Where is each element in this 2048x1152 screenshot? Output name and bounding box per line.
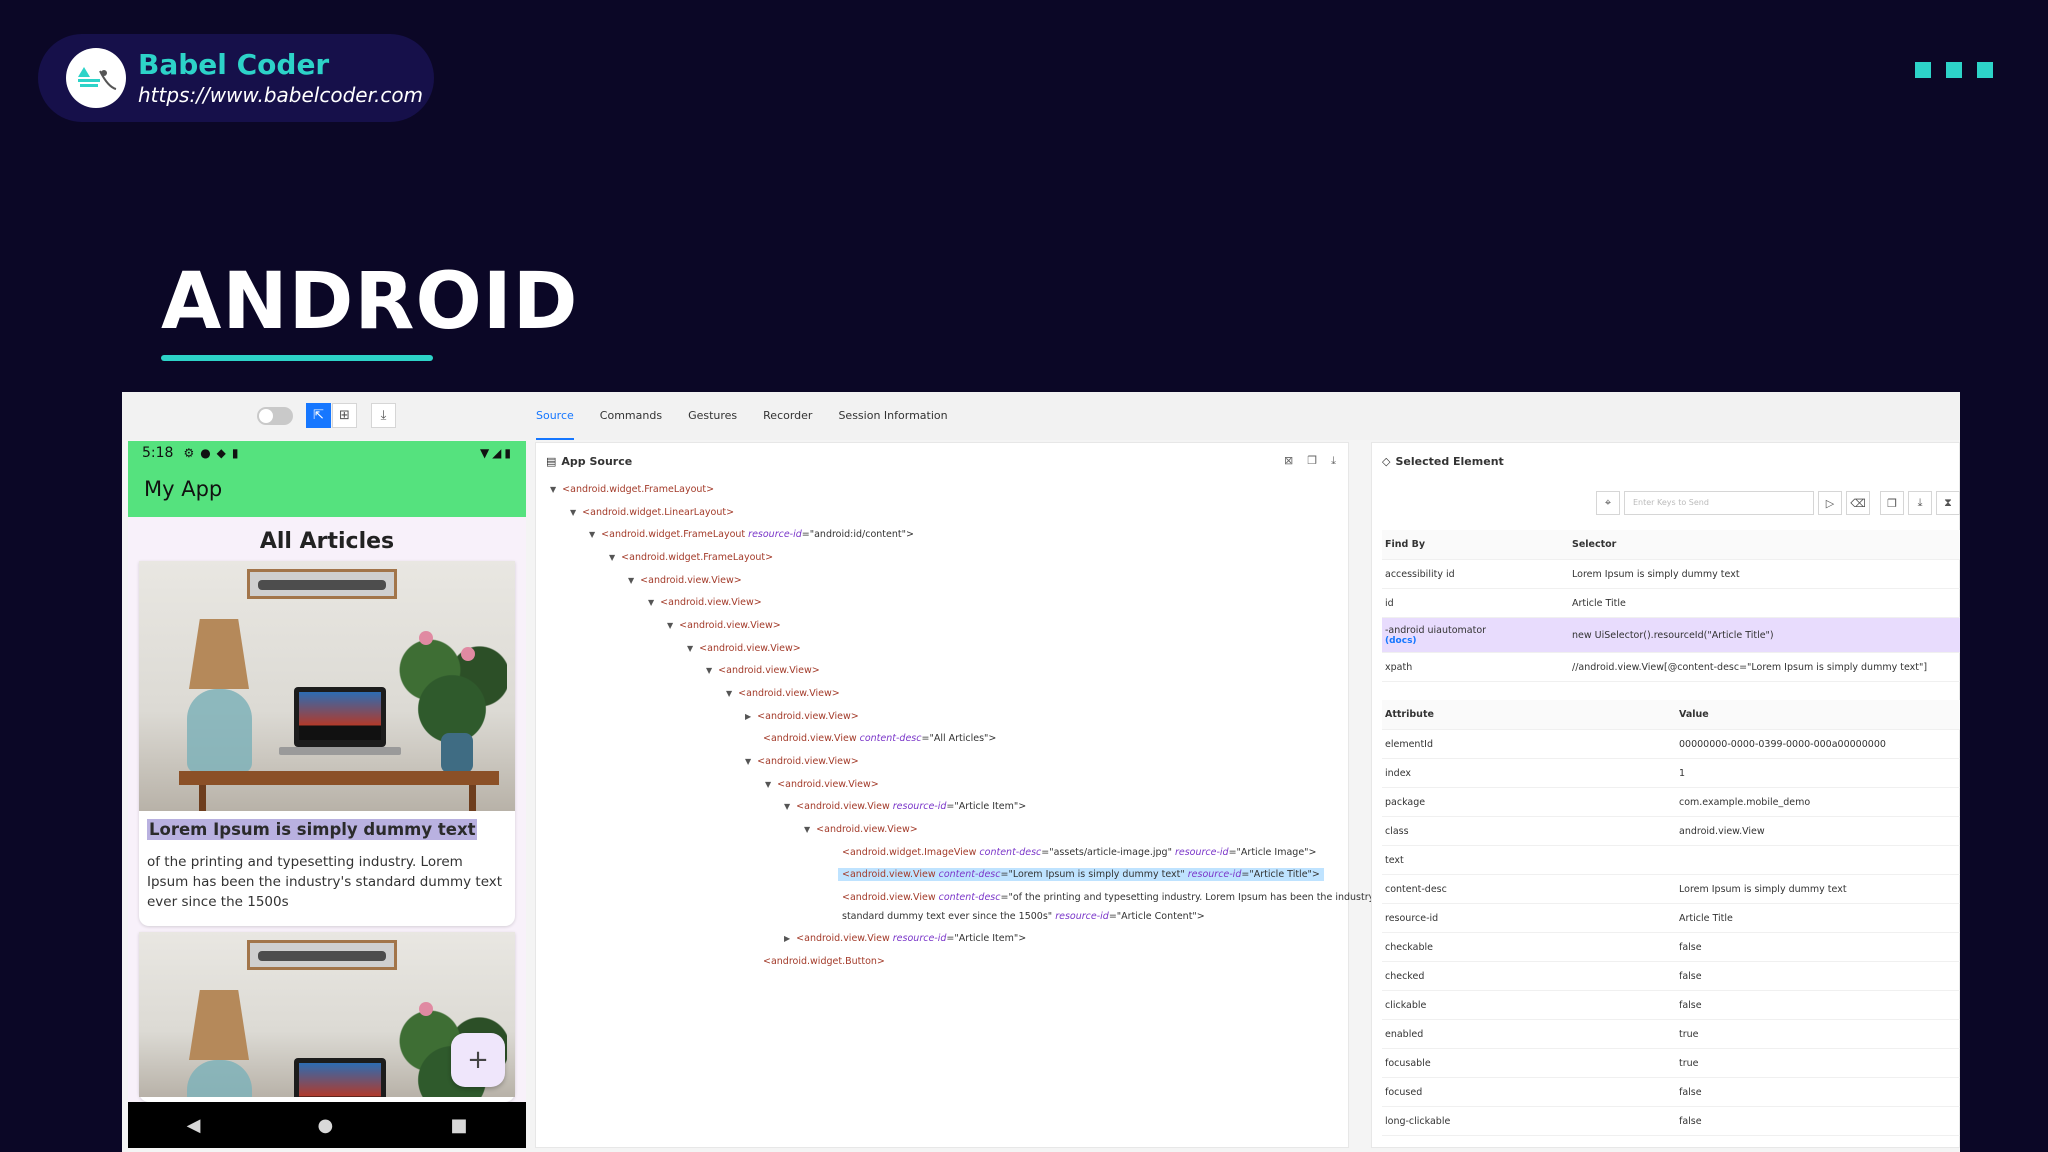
tree-node[interactable]: ▼ <android.view.View>: [804, 823, 918, 836]
android-nav-bar: ◀ ● ■: [128, 1102, 526, 1148]
tree-node[interactable]: ▼ <android.view.View>: [648, 596, 762, 609]
select-element-icon[interactable]: ⇱: [306, 403, 331, 428]
tree-node[interactable]: ▶ <android.view.View resource-id="Article…: [784, 932, 1026, 945]
article-title[interactable]: Lorem Ipsum is simply dummy text: [147, 819, 478, 840]
article-image: [139, 561, 515, 811]
tab-source[interactable]: Source: [536, 392, 574, 440]
tree-node[interactable]: ▼ <android.widget.FrameLayout>: [609, 551, 773, 564]
file-icon: ▤: [546, 454, 557, 468]
tab-recorder[interactable]: Recorder: [763, 392, 812, 440]
tree-node[interactable]: ▼ <android.view.View resource-id="Article…: [784, 800, 1026, 813]
table-row: index 1: [1382, 759, 1960, 788]
table-row[interactable]: xpath//android.view.View[@content-desc="…: [1382, 653, 1960, 682]
tree-node[interactable]: ▼ <android.view.View>: [745, 755, 859, 768]
decorative-squares: [1915, 62, 1993, 78]
tab-commands[interactable]: Commands: [600, 392, 662, 440]
toggle-switch[interactable]: [257, 407, 293, 425]
inspector-tabs: Source Commands Gestures Recorder Sessio…: [536, 392, 974, 440]
expand-tree-icon[interactable]: ⊠: [1284, 454, 1293, 468]
brand-name: Babel Coder: [138, 48, 330, 81]
tap-icon[interactable]: ⌖: [1596, 491, 1620, 515]
table-row: elementId 00000000-0000-0399-0000-000a000…: [1382, 730, 1960, 759]
copy-icon[interactable]: ❐: [1880, 491, 1904, 515]
selected-element-panel: ◇ Selected Element ⌖ Enter Keys to Send …: [1371, 442, 1960, 1148]
tree-node-selected[interactable]: <android.view.View content-desc="Lorem I…: [838, 868, 1324, 881]
table-row: content-desc Lorem Ipsum is simply dummy …: [1382, 875, 1960, 904]
download-icon[interactable]: ⤓: [1908, 491, 1932, 515]
page-title: ANDROID: [161, 257, 579, 347]
tree-node[interactable]: ▼ <android.widget.LinearLayout>: [570, 506, 734, 519]
status-icons: ⚙●◆▮: [183, 446, 245, 460]
table-row[interactable]: id Article Title: [1382, 589, 1960, 618]
find-by-table: Find By Selector accessibility id Lorem Ip…: [1382, 530, 1960, 682]
table-row: class android.view.View: [1382, 817, 1960, 846]
tree-node[interactable]: ▼ <android.view.View>: [687, 642, 801, 655]
tree-node[interactable]: ▼ <android.view.View>: [706, 664, 820, 677]
app-source-panel: ▤ App Source ⊠ ❐ ⤓ ▼ <android.widget.Fram…: [535, 442, 1382, 1148]
device-screen[interactable]: 5:18 ⚙●◆▮ ▼◢▮ My App All Articles Lorem …: [128, 441, 526, 1148]
element-actions: ⌖ Enter Keys to Send ▷ ⌫ ❐ ⤓ ⧗: [1596, 491, 1960, 515]
tree-node[interactable]: <android.view.View content-desc="of the …: [842, 891, 1382, 904]
attributes-table: Attribute Value elementId 00000000-0000-03…: [1382, 700, 1960, 1136]
babel-coder-logo: [66, 48, 126, 108]
app-title: My App: [128, 465, 526, 517]
table-row[interactable]: -android uiautomator (docs) new UiSelector…: [1382, 618, 1960, 653]
table-row: focusable true: [1382, 1049, 1960, 1078]
home-icon[interactable]: ●: [318, 1115, 334, 1136]
tree-node[interactable]: ▼ <android.view.View>: [667, 619, 781, 632]
docs-link[interactable]: (docs): [1385, 636, 1572, 646]
tree-node-continued: standard dummy text ever since the 1500s…: [842, 911, 1205, 922]
brand-url[interactable]: https://www.babelcoder.com: [138, 82, 423, 108]
article-card[interactable]: Lorem Ipsum is simply dummy text of the …: [139, 561, 515, 926]
recents-icon[interactable]: ■: [450, 1115, 467, 1136]
title-underline: [161, 355, 433, 361]
download-icon[interactable]: ⤓: [371, 403, 396, 428]
timer-icon[interactable]: ⧗: [1936, 491, 1960, 515]
send-icon[interactable]: ▷: [1818, 491, 1842, 515]
table-row: long-clickable false: [1382, 1107, 1960, 1136]
add-button[interactable]: +: [451, 1033, 505, 1087]
inspector-toolbar: ⇱ ⊞ ⤓ Source Commands Gestures Recorder …: [122, 392, 1960, 440]
tree-node[interactable]: <android.widget.ImageView content-desc="…: [842, 846, 1317, 859]
table-row: checked false: [1382, 962, 1960, 991]
table-row[interactable]: accessibility id Lorem Ipsum is simply du…: [1382, 560, 1960, 589]
tree-node[interactable]: ▼ <android.view.View>: [628, 574, 742, 587]
status-bar: 5:18 ⚙●◆▮ ▼◢▮: [128, 441, 526, 465]
panel-title: Selected Element: [1395, 454, 1504, 468]
panel-title: App Source: [561, 454, 633, 468]
tree-node[interactable]: ▼ <android.view.View>: [765, 778, 879, 791]
appium-inspector: ⇱ ⊞ ⤓ Source Commands Gestures Recorder …: [122, 392, 1960, 1152]
tree-node[interactable]: ▼ <android.widget.FrameLayout>: [550, 483, 714, 496]
article-content: of the printing and typesetting industry…: [147, 854, 503, 910]
signal-battery-icon: ▼◢▮: [479, 446, 514, 460]
back-icon[interactable]: ◀: [187, 1115, 201, 1136]
table-row: enabled true: [1382, 1020, 1960, 1049]
copy-icon[interactable]: ❐: [1307, 454, 1317, 468]
table-row: checkable false: [1382, 933, 1960, 962]
tab-gestures[interactable]: Gestures: [688, 392, 737, 440]
table-row: package com.example.mobile_demo: [1382, 788, 1960, 817]
brand-badge: Babel Coder https://www.babelcoder.com: [38, 34, 434, 122]
table-row: clickable false: [1382, 991, 1960, 1020]
tree-node[interactable]: <android.widget.Button>: [763, 955, 885, 968]
table-row: resource-id Article Title: [1382, 904, 1960, 933]
tag-icon: ◇: [1382, 454, 1391, 468]
tab-session-information[interactable]: Session Information: [838, 392, 947, 440]
tree-node[interactable]: ▼ <android.view.View>: [726, 687, 840, 700]
clear-icon[interactable]: ⌫: [1846, 491, 1870, 515]
download-icon[interactable]: ⤓: [1331, 454, 1336, 468]
tree-node[interactable]: <android.view.View content-desc="All Art…: [763, 732, 996, 745]
table-row: text: [1382, 846, 1960, 875]
table-row: focused false: [1382, 1078, 1960, 1107]
tree-node[interactable]: ▼ <android.widget.FrameLayout resource-id…: [589, 528, 914, 541]
status-time: 5:18: [142, 445, 174, 461]
expand-icon[interactable]: ⊞: [332, 403, 357, 428]
send-keys-input[interactable]: Enter Keys to Send: [1624, 491, 1814, 515]
articles-heading: All Articles: [259, 529, 395, 554]
tree-node[interactable]: ▶ <android.view.View>: [745, 710, 859, 723]
